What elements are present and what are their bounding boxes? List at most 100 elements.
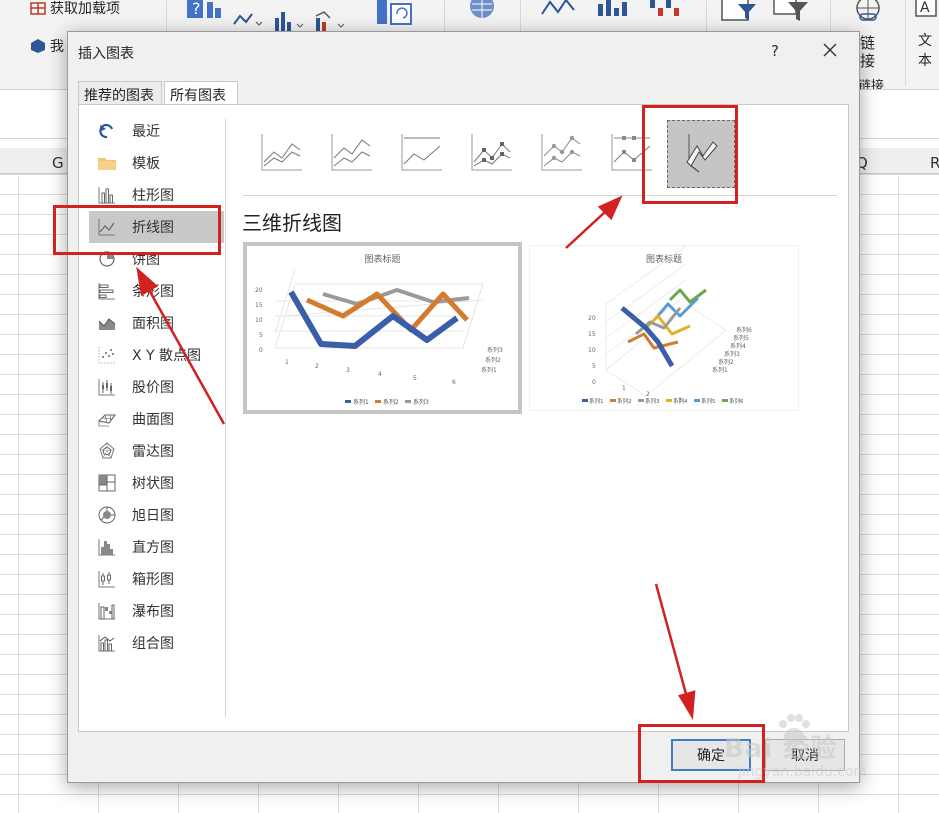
- chart-type-surface[interactable]: 曲面图: [89, 403, 224, 435]
- svg-text:?: ?: [192, 0, 201, 18]
- chart-type-pie[interactable]: 饼图: [89, 243, 224, 275]
- histogram-chart-icon: [98, 539, 115, 556]
- 3d-line-subtype-icon: [686, 134, 718, 173]
- subtype-3d-line[interactable]: [667, 120, 735, 188]
- chart-type-radar[interactable]: 雷达图: [89, 435, 224, 467]
- tab-recommended-charts[interactable]: 推荐的图表: [78, 81, 162, 105]
- chart-type-stock[interactable]: 股价图: [89, 371, 224, 403]
- preview-1-ytick: 5: [259, 332, 263, 339]
- chart-type-line[interactable]: 折线图: [89, 211, 224, 243]
- subtype-line[interactable]: [249, 119, 315, 185]
- preview-2-xtick: 1: [622, 385, 626, 392]
- close-icon[interactable]: [822, 42, 838, 58]
- chart-type-scatter[interactable]: X Y 散点图: [89, 339, 224, 371]
- preview-2-xtick: 2: [646, 391, 650, 398]
- preview-1-ytick: 15: [255, 302, 263, 309]
- preview-2-depth-label: 系列2: [718, 358, 734, 366]
- preview-1-xtick: 5: [413, 375, 417, 382]
- stacked-line-subtype-icon: [331, 134, 372, 171]
- sparkline-winloss-icon[interactable]: [648, 0, 684, 18]
- line-markers-subtype-icon: [471, 134, 512, 171]
- legend-series3: 系列3: [645, 397, 660, 405]
- chart-type-list: 最近 模板 柱形图 折线图 饼图 条形图 面积图 X Y 散点图 股价图 曲面图…: [89, 115, 224, 659]
- surface-chart-icon: [97, 414, 117, 427]
- cancel-button[interactable]: 取消: [765, 739, 845, 771]
- legend-series3: 系列3: [413, 398, 429, 406]
- chart-type-label: 模板: [132, 156, 160, 172]
- subtype-stacked-line[interactable]: [319, 119, 385, 185]
- tab-all-charts[interactable]: 所有图表: [164, 81, 238, 106]
- timeline-filter-icon[interactable]: [772, 0, 812, 24]
- legend-series1: 系列1: [589, 397, 604, 405]
- legend-series2: 系列2: [617, 397, 632, 405]
- preview-2-legend: 系列1 系列2 系列3 系列4 系列5 系列6: [582, 397, 744, 405]
- line-chart-ribbon-icon[interactable]: [232, 0, 264, 30]
- preview-1-xtick: 2: [315, 363, 319, 370]
- line-subtype-row: [249, 119, 749, 188]
- chart-type-combo[interactable]: 组合图: [89, 627, 224, 659]
- chart-type-label: 直方图: [132, 540, 174, 556]
- preview-2-ytick: 0: [592, 379, 596, 386]
- sunburst-chart-icon: [98, 506, 116, 524]
- preview-2-depth-label: 系列6: [736, 326, 752, 334]
- sparkline-line-icon[interactable]: [540, 0, 576, 18]
- chart-type-label: 折线图: [132, 220, 174, 236]
- legend-series6: 系列6: [729, 397, 744, 405]
- chart-type-label: X Y 散点图: [132, 348, 202, 364]
- text-box-icon[interactable]: A: [914, 0, 938, 18]
- subtype-100-stacked-line-markers[interactable]: [599, 119, 665, 185]
- legend-swatch-series2: [375, 400, 381, 403]
- help-button[interactable]: ?: [768, 42, 782, 60]
- column-r-header[interactable]: R: [930, 154, 939, 172]
- get-addins-button[interactable]: 获取加载项: [30, 0, 120, 18]
- preview-1-legend: 系列1 系列2 系列3: [345, 398, 429, 406]
- chart-type-box[interactable]: 箱形图: [89, 563, 224, 595]
- subtype-heading: 三维折线图: [242, 211, 342, 235]
- preview-2-depth-label: 系列1: [712, 366, 728, 374]
- legend-swatch-series3: [638, 399, 644, 402]
- chart-type-label: 最近: [132, 124, 160, 140]
- subtype-stacked-line-markers[interactable]: [529, 119, 595, 185]
- sparkline-column-icon[interactable]: [596, 0, 632, 18]
- text-group-label[interactable]: 文本: [918, 30, 939, 70]
- preview-2-ytick: 5: [592, 363, 596, 370]
- chart-type-bar[interactable]: 条形图: [89, 275, 224, 307]
- slicer-icon[interactable]: [720, 0, 760, 24]
- preview-1-xtick: 6: [452, 379, 456, 386]
- chart-type-templates[interactable]: 模板: [89, 147, 224, 179]
- chart-preview-2[interactable]: 图表标题 20 15 10 5 0 1 2 3 系列6 系列5 系列4 系列3 …: [529, 245, 799, 411]
- folder-icon: [98, 158, 116, 170]
- preview-1-xtick: 1: [285, 359, 289, 366]
- legend-series4: 系列4: [673, 397, 688, 405]
- legend-series2: 系列2: [383, 398, 399, 406]
- legend-swatch-series1: [345, 400, 351, 403]
- preview-1-depth-label: 系列3: [487, 346, 503, 354]
- chart-type-sunburst[interactable]: 旭日图: [89, 499, 224, 531]
- chart-type-label: 旭日图: [132, 508, 174, 524]
- my-addins-button[interactable]: 我: [30, 36, 64, 56]
- chart-preview-1[interactable]: 图表标题 20 15 10 5 0 1 2 3 4 5 6 系列3 系列2 系列…: [243, 242, 522, 414]
- ok-button[interactable]: 确定: [671, 739, 751, 771]
- link-globe-icon[interactable]: [848, 0, 888, 26]
- legend-series1: 系列1: [353, 398, 369, 406]
- recommended-charts-icon[interactable]: ?: [185, 0, 225, 24]
- chart-type-recent[interactable]: 最近: [89, 115, 224, 147]
- subtype-100-stacked-line[interactable]: [389, 119, 455, 185]
- 3d-map-icon[interactable]: [462, 0, 502, 24]
- subtype-line-markers[interactable]: [459, 119, 525, 185]
- chart-type-treemap[interactable]: 树状图: [89, 467, 224, 499]
- pivot-chart-icon[interactable]: [375, 0, 415, 28]
- preview-2-plot: 20 15 10 5 0 1 2 3 系列6 系列5 系列4 系列3 系列2 系…: [582, 246, 752, 405]
- chart-type-area[interactable]: 面积图: [89, 307, 224, 339]
- chart-type-label: 瀑布图: [132, 604, 174, 620]
- my-addins-label: 我: [50, 39, 64, 55]
- chart-type-label: 树状图: [132, 476, 174, 492]
- column-g-header[interactable]: G: [52, 154, 64, 172]
- preview-1-series-group: [288, 288, 470, 349]
- radar-chart-icon: [99, 442, 115, 459]
- series3-ribbon: [635, 307, 682, 336]
- chart-type-waterfall[interactable]: 瀑布图: [89, 595, 224, 627]
- chart-type-histogram[interactable]: 直方图: [89, 531, 224, 563]
- stacked-line-markers-subtype-icon: [541, 134, 582, 171]
- chart-type-column[interactable]: 柱形图: [89, 179, 224, 211]
